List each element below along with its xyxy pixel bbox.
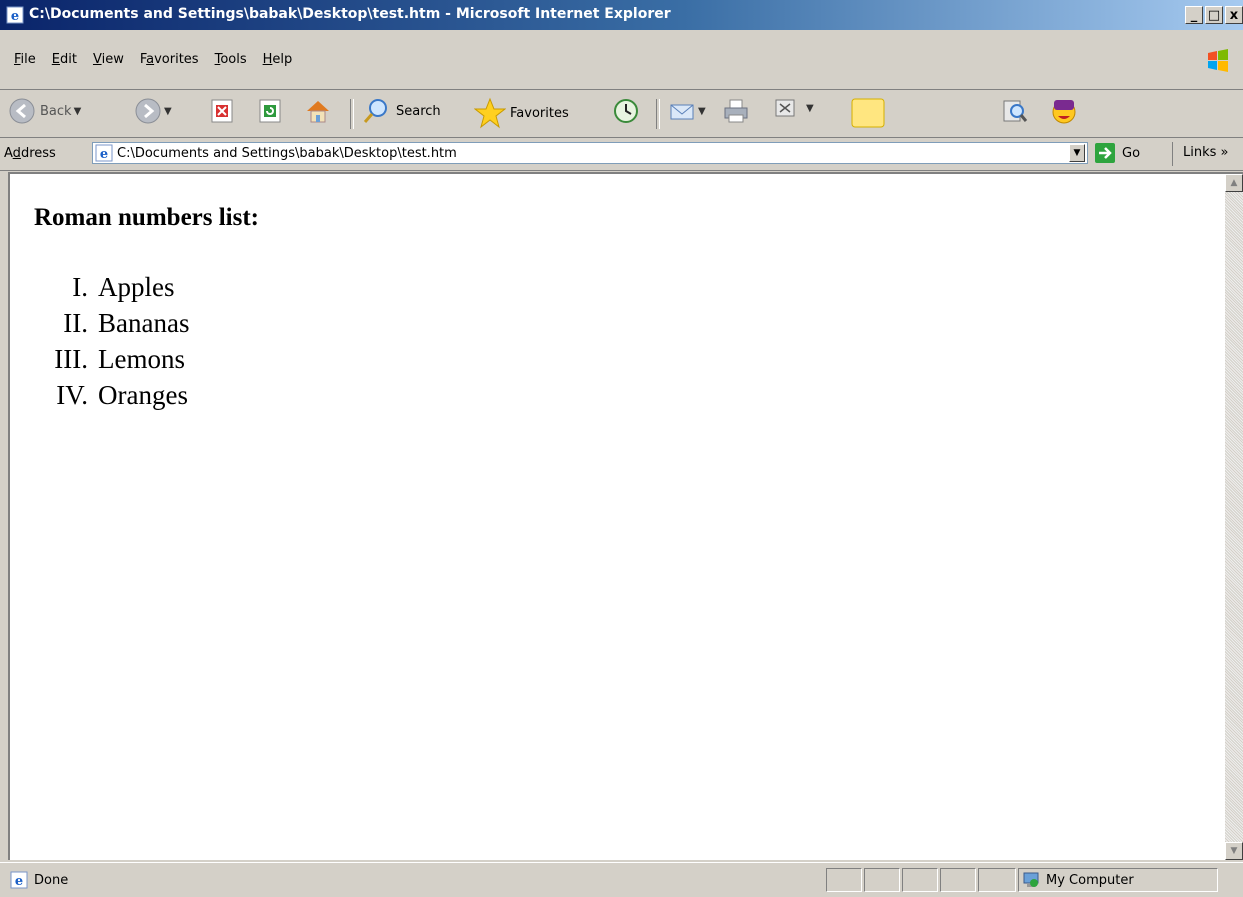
list-item: II. Bananas xyxy=(32,305,189,341)
status-text: Done xyxy=(34,872,69,888)
history-button[interactable] xyxy=(612,97,640,125)
status-pane xyxy=(864,868,900,892)
mail-dropdown-icon[interactable]: ▼ xyxy=(698,106,706,117)
status-bar: e Done My Computer xyxy=(0,862,1243,897)
scroll-up-icon[interactable]: ▲ xyxy=(1225,174,1243,192)
print-button[interactable] xyxy=(722,97,750,125)
menu-help[interactable]: Help xyxy=(255,52,301,67)
maximize-button[interactable]: □ xyxy=(1205,6,1223,24)
list-number: I. xyxy=(72,272,88,302)
list-text: Oranges xyxy=(98,380,188,410)
home-icon xyxy=(307,101,329,123)
status-pane xyxy=(902,868,938,892)
forward-button[interactable]: ▼ xyxy=(134,97,172,125)
messenger-button[interactable] xyxy=(1050,97,1078,125)
menu-bar: File Edit View Favorites Tools Help xyxy=(0,37,1243,90)
menu-tools[interactable]: Tools xyxy=(207,52,255,67)
stop-icon xyxy=(211,99,233,123)
status-pane xyxy=(826,868,862,892)
mail-icon xyxy=(670,104,694,120)
list-number: II. xyxy=(63,308,88,338)
stop-button[interactable] xyxy=(208,97,236,125)
list-text: Bananas xyxy=(98,308,190,338)
menu-view[interactable]: View xyxy=(85,52,132,67)
svg-text:e: e xyxy=(15,874,23,889)
menu-edit[interactable]: Edit xyxy=(44,52,85,67)
roman-list: I. Apples II. Bananas III. Lemons IV. Orange… xyxy=(32,269,189,413)
windows-logo-icon xyxy=(1208,49,1228,72)
list-number: III. xyxy=(54,344,88,374)
list-text: Apples xyxy=(98,272,175,302)
list-text: Lemons xyxy=(98,344,185,374)
go-button[interactable]: Go xyxy=(1094,142,1140,164)
mail-button[interactable]: ▼ xyxy=(668,97,706,125)
scroll-down-icon[interactable]: ▼ xyxy=(1225,842,1243,860)
list-number: IV. xyxy=(56,380,88,410)
address-bar: Address e C:\Documents and Settings\baba… xyxy=(0,138,1243,171)
page-viewport: Roman numbers list: I. Apples II. Bananas … xyxy=(8,172,1243,860)
home-button[interactable] xyxy=(304,97,332,125)
page-content: Roman numbers list: I. Apples II. Bananas … xyxy=(10,174,1225,860)
menu-favorites[interactable]: Favorites xyxy=(132,52,207,67)
status-pane xyxy=(978,868,1016,892)
back-arrow-icon xyxy=(9,98,35,124)
messenger-icon xyxy=(1052,100,1076,124)
page-done-icon: e xyxy=(10,871,28,889)
search-icon xyxy=(363,99,387,123)
svg-text:e: e xyxy=(100,147,108,162)
address-label: Address xyxy=(4,146,56,161)
search-button[interactable]: Search xyxy=(362,97,441,125)
title-bar[interactable]: e C:\Documents and Settings\babak\Deskto… xyxy=(0,0,1243,30)
star-icon xyxy=(474,97,506,129)
close-button[interactable]: x xyxy=(1225,6,1243,24)
history-icon xyxy=(614,99,638,123)
address-dropdown-icon[interactable]: ▼ xyxy=(1069,144,1085,162)
back-button[interactable]: Back ▼ xyxy=(8,97,81,125)
list-item: IV. Oranges xyxy=(32,377,189,413)
back-dropdown-icon[interactable]: ▼ xyxy=(74,106,82,117)
edit-button[interactable]: ▼ xyxy=(774,97,814,119)
window-title: C:\Documents and Settings\babak\Desktop\… xyxy=(29,6,671,22)
internet-explorer-icon: e xyxy=(6,6,24,24)
address-input[interactable]: e C:\Documents and Settings\babak\Deskto… xyxy=(92,142,1088,164)
links-button[interactable]: Links » xyxy=(1172,142,1228,166)
svg-text:e: e xyxy=(11,9,19,24)
my-computer-icon xyxy=(1023,872,1039,887)
standard-toolbar: Back ▼ ▼ Search Favorites ▼ ▼ xyxy=(0,89,1243,138)
vertical-scrollbar[interactable]: ▲ ▼ xyxy=(1225,174,1243,860)
address-url[interactable]: C:\Documents and Settings\babak\Desktop\… xyxy=(117,146,457,161)
list-item: III. Lemons xyxy=(32,341,189,377)
go-arrow-icon xyxy=(1095,143,1115,163)
discuss-button[interactable] xyxy=(850,97,886,129)
note-icon xyxy=(851,98,885,128)
printer-icon xyxy=(724,99,748,123)
list-item: I. Apples xyxy=(32,269,189,305)
research-button[interactable] xyxy=(1000,97,1028,125)
research-icon xyxy=(1003,100,1028,122)
edit-document-icon xyxy=(775,99,795,117)
status-pane xyxy=(940,868,976,892)
refresh-icon xyxy=(259,99,281,123)
forward-dropdown-icon[interactable]: ▼ xyxy=(164,106,172,117)
refresh-button[interactable] xyxy=(256,97,284,125)
page-icon: e xyxy=(95,144,113,162)
minimize-button[interactable]: _ xyxy=(1185,6,1203,24)
edit-dropdown-icon[interactable]: ▼ xyxy=(806,103,814,114)
security-zone: My Computer xyxy=(1022,869,1134,891)
page-heading: Roman numbers list: xyxy=(34,204,260,231)
favorites-button[interactable]: Favorites xyxy=(474,97,569,129)
menu-file[interactable]: File xyxy=(6,52,44,67)
forward-arrow-icon xyxy=(135,98,161,124)
